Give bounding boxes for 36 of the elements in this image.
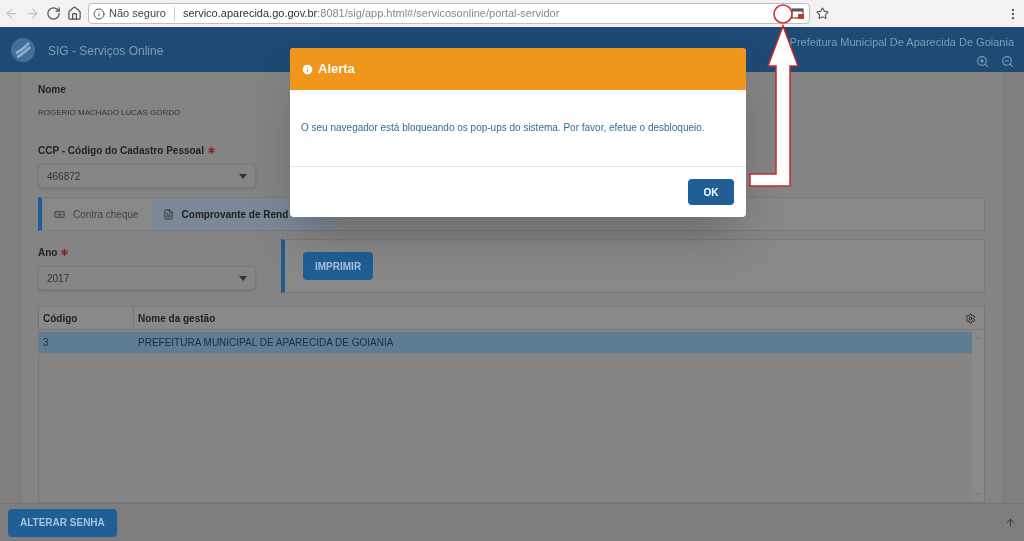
- ok-button[interactable]: OK: [688, 179, 734, 205]
- field-label: CCP - Código do Cadastro Pessoal: [38, 145, 204, 156]
- dialog-title: Alerta: [318, 60, 355, 79]
- dialog-message: O seu navegador está bloqueando os pop-ups do sistema. Por favor, efetue o desbloqueio.: [301, 122, 705, 133]
- banknote-icon: [54, 208, 65, 220]
- home-icon[interactable]: [67, 6, 82, 21]
- settings-icon[interactable]: [965, 312, 976, 324]
- bookmark-star-icon[interactable]: [816, 7, 829, 20]
- logo-icon: [10, 37, 36, 63]
- year-select[interactable]: 2017: [38, 266, 256, 290]
- caret-icon: [239, 275, 247, 281]
- name-value: ROGERIO MACHADO LUCAS GORDO: [38, 107, 182, 119]
- column-header[interactable]: Código: [39, 307, 134, 329]
- table-cell-text: PREFEITURA MUNICIPAL DE APARECIDA DE GOIANIA: [137, 336, 395, 350]
- ccp-select[interactable]: 466872: [38, 164, 256, 188]
- change-password-button[interactable]: ALTERAR SENHA: [8, 508, 117, 537]
- print-button[interactable]: IMPRIMIR: [303, 252, 374, 280]
- info-icon: [93, 7, 105, 20]
- address-bar[interactable]: Não seguro servico.aparecida.go.gov.br:8081/sig/app.html#/servicosonline/portal-servidor: [88, 3, 810, 24]
- popup-blocked-icon[interactable]: [791, 7, 805, 20]
- table-row[interactable]: 3 PREFEITURA MUNICIPAL DE APARECIDA DE GOIANIA: [39, 332, 972, 353]
- table-cell-text: 3: [42, 336, 50, 350]
- scroll-top-icon[interactable]: [1005, 517, 1016, 528]
- reload-icon[interactable]: [46, 6, 61, 21]
- zoom-in-icon[interactable]: [976, 54, 989, 68]
- caret-icon: [239, 173, 247, 179]
- column-header[interactable]: Nome da gestão: [134, 307, 965, 329]
- info-icon: [301, 62, 314, 76]
- organization-name: Prefeitura Municipal De Aparecida De Goiania: [789, 35, 1014, 50]
- zoom-out-icon[interactable]: [1001, 54, 1014, 68]
- app-title: SIG - Serviços Online: [48, 43, 164, 60]
- document-icon: [162, 208, 174, 220]
- url-text: servico.aparecida.go.gov.br:8081/sig/app.html#/servicosonline/portal-servidor: [182, 6, 560, 22]
- field-label: Nome: [38, 83, 67, 97]
- security-label: Não seguro: [109, 6, 166, 22]
- field-label: Ano: [38, 247, 58, 258]
